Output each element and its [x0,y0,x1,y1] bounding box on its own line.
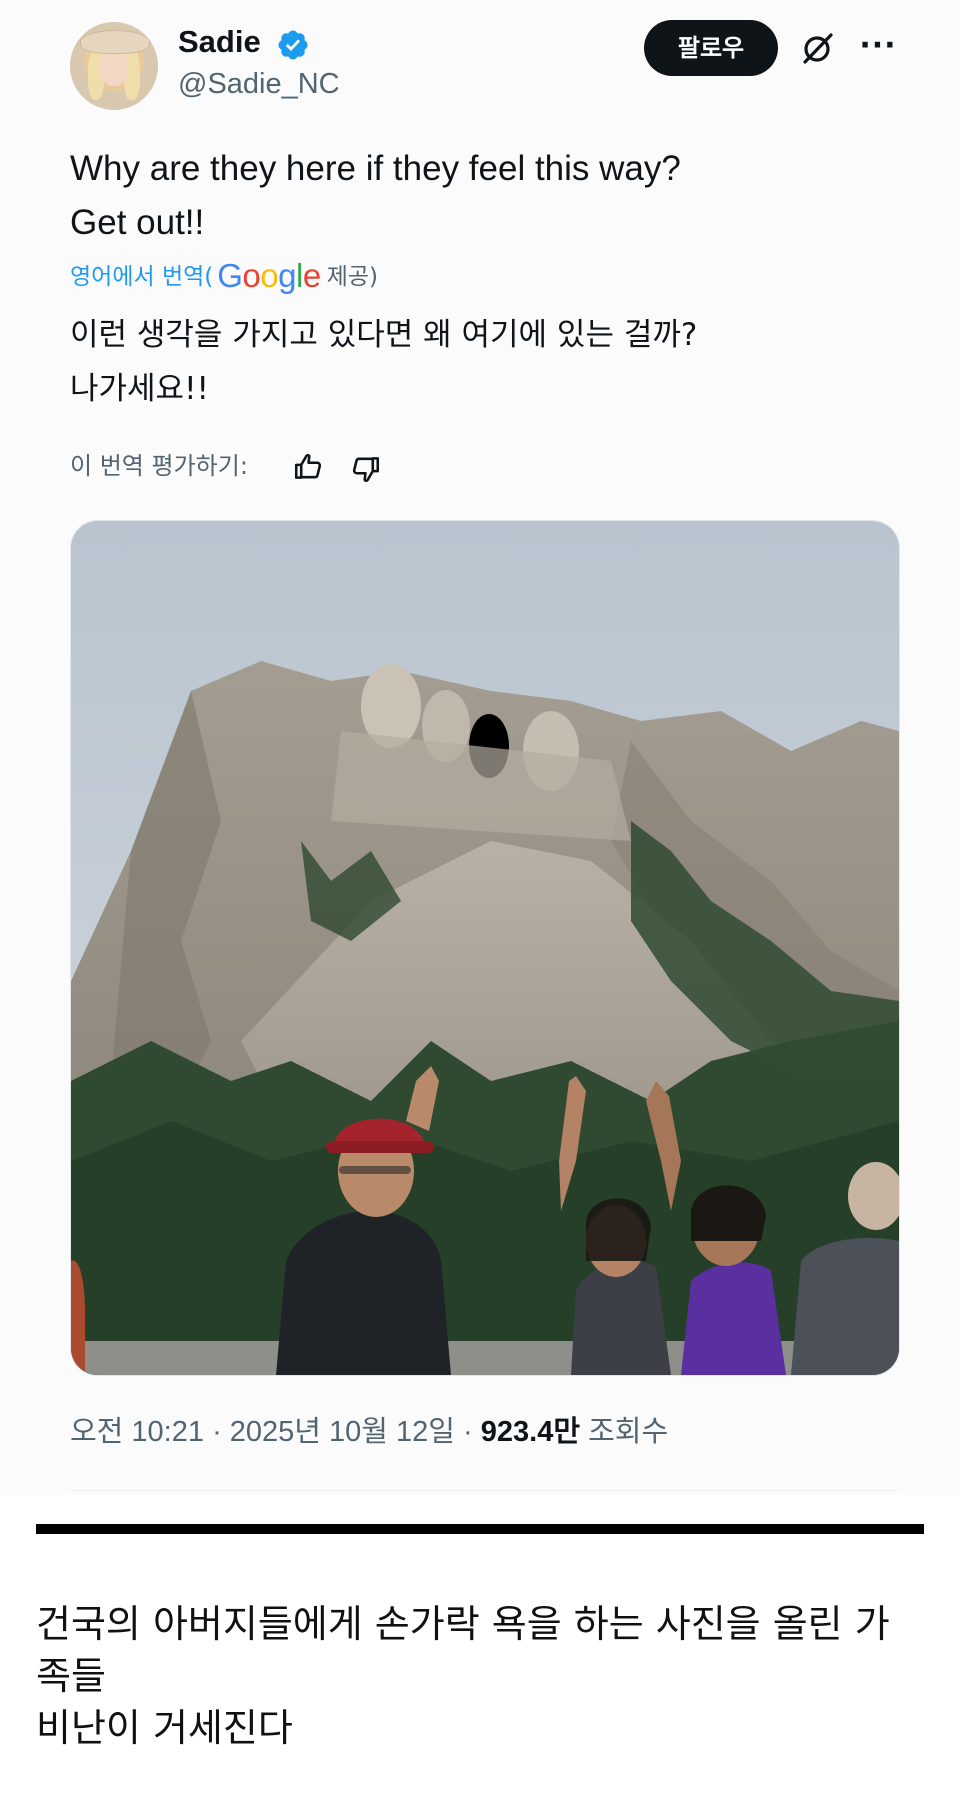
author-display-name[interactable]: Sadie [178,24,261,60]
avatar-face [100,52,128,86]
avatar[interactable] [70,22,158,110]
caption-line: 건국의 아버지들에게 손가락 욕을 하는 사진을 올린 가 [36,1602,890,1646]
rate-translation-label: 이 번역 평가하기: [70,452,248,480]
more-icon[interactable]: ··· [858,26,898,66]
tweet-divider [70,1490,898,1491]
caption-line: 비난이 거세진다 [36,1706,293,1750]
tweet-photo[interactable] [70,520,900,1376]
translation-provided-label: 제공) [326,264,378,290]
rate-translation-row: 이 번역 평가하기: [70,446,248,486]
caption-line: 족들 [36,1654,106,1698]
thumbs-down-icon[interactable] [348,452,382,486]
views-count[interactable]: 923.4만 [481,1416,580,1448]
tweet-text-line: Get out!! [70,203,205,242]
thumbs-up-icon[interactable] [292,450,326,484]
tweet-text-line: Why are they here if they feel this way? [70,149,681,188]
avatar-hat [80,30,150,54]
tweet-meta: 오전 10:21 · 2025년 10월 12일 · 923.4만 조회수 [70,1412,668,1452]
translated-text-line: 이런 생각을 가지고 있다면 왜 여기에 있는 걸까? [70,317,698,353]
translation-source-link[interactable]: 영어에서 번역( [70,264,213,290]
meta-separator: · [212,1416,222,1448]
translated-text: 이런 생각을 가지고 있다면 왜 여기에 있는 걸까? 나가세요!! [70,308,900,416]
tweet-time[interactable]: 오전 10:21 [70,1416,204,1448]
tweet-text: Why are they here if they feel this way?… [70,142,890,250]
tweet-date[interactable]: 2025년 10월 12일 [230,1416,455,1448]
post-caption: 건국의 아버지들에게 손가락 욕을 하는 사진을 올린 가 족들 비난이 거세진… [36,1598,924,1754]
translated-text-line: 나가세요!! [70,371,209,407]
translation-note: 영어에서 번역(Google 제공) [70,256,378,296]
meta-separator: · [463,1416,473,1448]
views-label: 조회수 [588,1416,669,1448]
verified-badge-icon [278,30,308,60]
section-divider [36,1524,924,1534]
tweet-card: Sadie @Sadie_NC 팔로우 ··· Why are they her… [0,0,960,1495]
grok-icon[interactable] [798,28,838,68]
google-logo: Google [217,257,321,294]
author-handle[interactable]: @Sadie_NC [178,68,340,101]
follow-button[interactable]: 팔로우 [644,20,778,76]
photo-mount-rushmore-scene [71,521,899,1375]
